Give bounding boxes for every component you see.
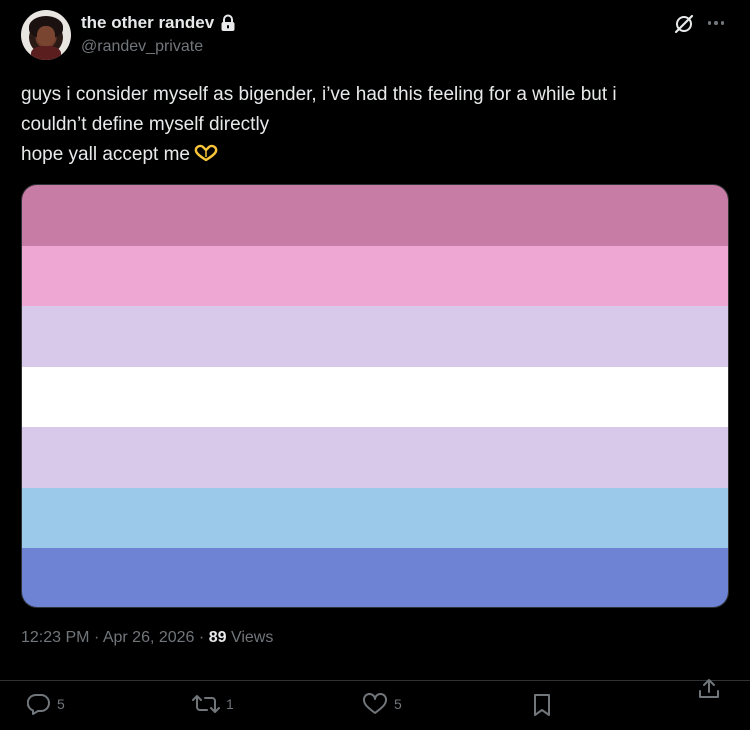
reply-count: 5 <box>57 696 65 712</box>
flag-stripe <box>22 487 728 549</box>
tweet-text-line-last: hope yall accept me <box>21 140 731 170</box>
tweet-meta: 12:23 PM · Apr 26, 2026 · 89 Views <box>21 629 274 646</box>
share-icon <box>699 679 719 698</box>
heart-icon <box>363 693 387 714</box>
flag-stripe <box>22 548 728 607</box>
flag-stripe <box>22 427 728 488</box>
author-name-row: the other randev <box>81 12 236 34</box>
action-bar: 5 1 5 <box>0 677 750 730</box>
flag-stripe <box>22 366 728 428</box>
grok-icon[interactable] <box>673 13 695 35</box>
tweet-date[interactable]: Apr 26, 2026 <box>103 629 195 646</box>
views-count: 89 <box>208 629 227 646</box>
avatar[interactable] <box>21 10 71 60</box>
repost-count: 1 <box>226 696 234 712</box>
reply-button[interactable]: 5 <box>27 693 65 715</box>
like-count: 5 <box>394 696 402 712</box>
flag-stripe <box>22 245 728 307</box>
flag-stripe <box>22 306 728 367</box>
heart-hands-icon <box>194 142 218 162</box>
tweet-image[interactable] <box>21 184 729 608</box>
share-button[interactable] <box>697 677 721 701</box>
tweet-text-line: couldn’t define myself directly <box>21 114 270 135</box>
tweet-text-line: guys i consider myself as bigender, i’ve… <box>21 84 617 105</box>
repost-icon <box>192 695 220 713</box>
author-handle[interactable]: @randev_private <box>81 38 203 56</box>
lock-icon <box>220 14 236 32</box>
flag-stripe <box>22 185 728 246</box>
repost-button[interactable]: 1 <box>192 693 234 715</box>
reply-icon <box>27 693 50 715</box>
views-label: Views <box>230 629 274 646</box>
tweet-time[interactable]: 12:23 PM <box>21 629 89 646</box>
bookmark-icon <box>534 694 550 716</box>
display-name[interactable]: the other randev <box>81 13 214 33</box>
more-options-icon[interactable] <box>705 12 727 34</box>
like-button[interactable]: 5 <box>362 693 402 715</box>
bookmark-button[interactable] <box>531 693 553 717</box>
tweet-text: guys i consider myself as bigender, i’ve… <box>21 80 731 170</box>
tweet: the other randev @randev_private guys i … <box>0 0 750 730</box>
